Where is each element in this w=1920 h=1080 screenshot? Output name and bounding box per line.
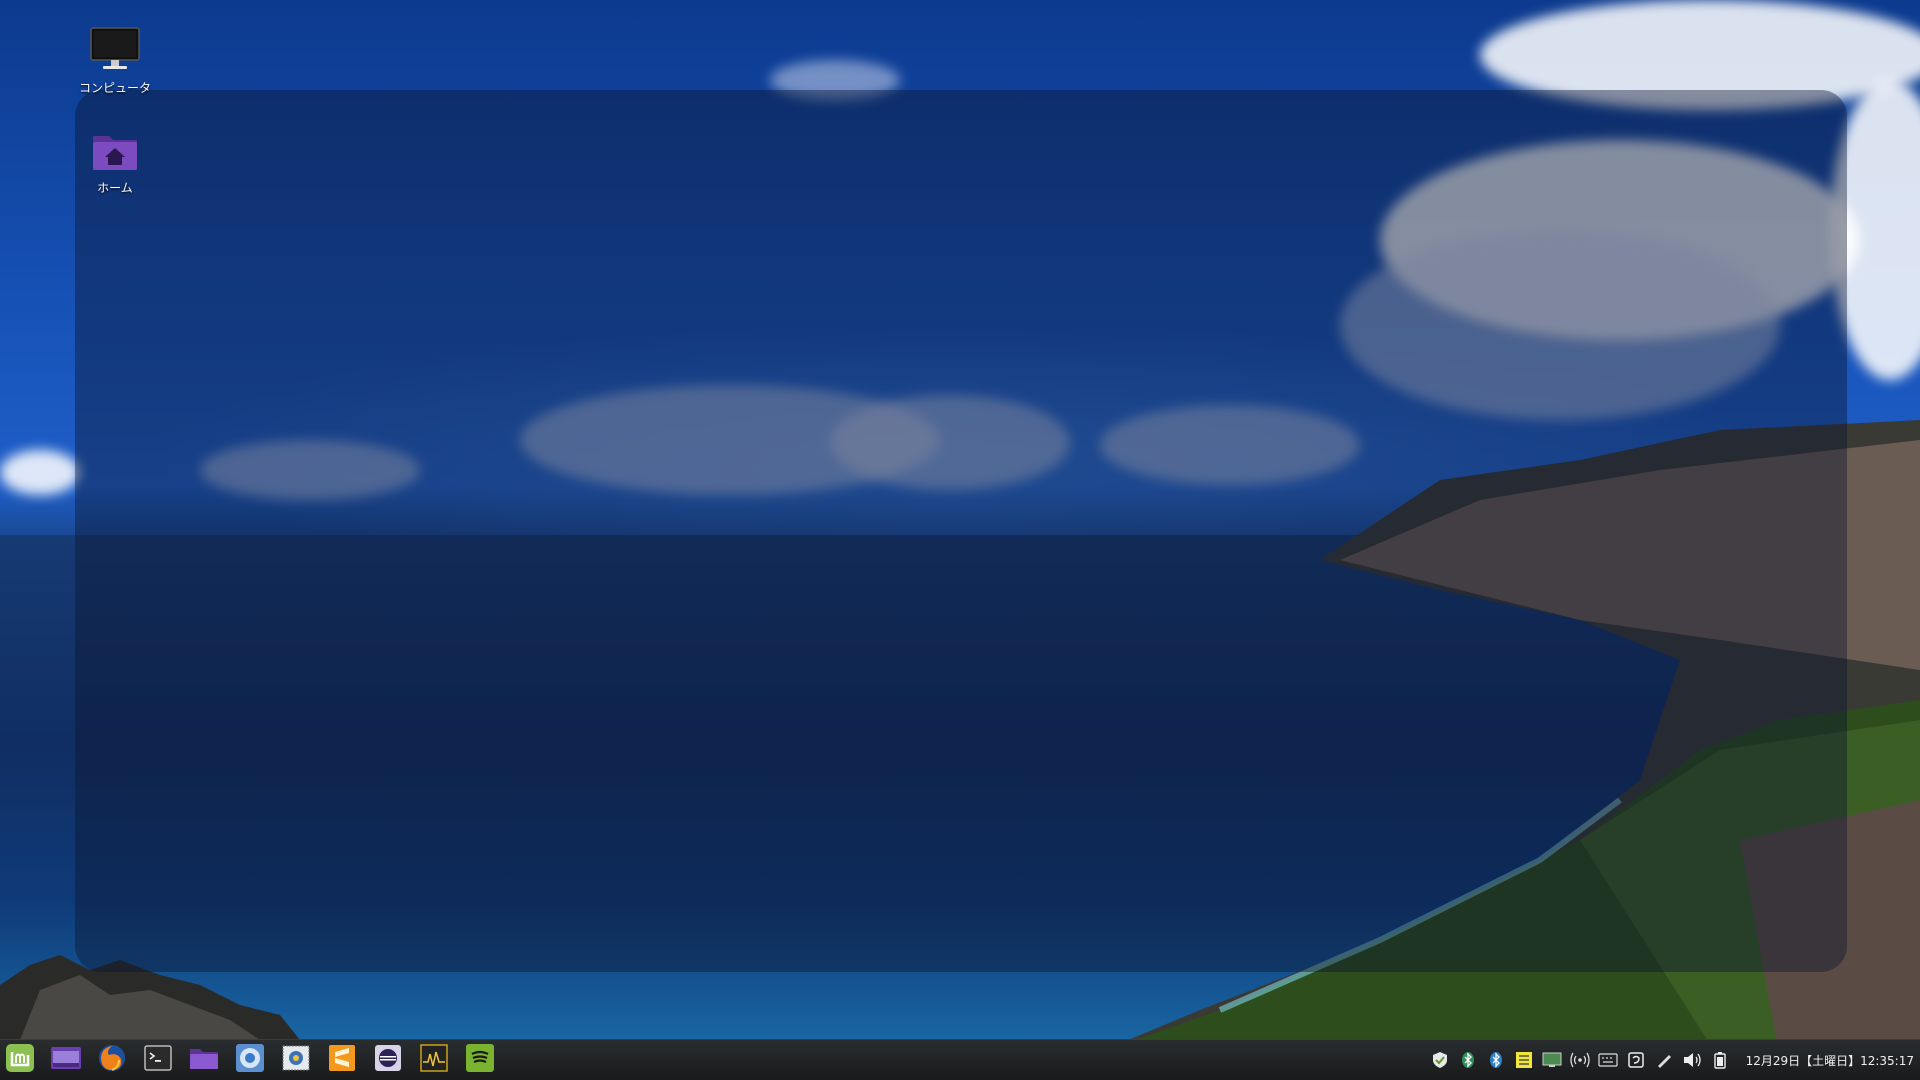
system-tray: 12月29日【土曜日】12:35:17	[1430, 1050, 1920, 1070]
terminal-icon	[144, 1045, 172, 1075]
pen-icon[interactable]	[1654, 1050, 1674, 1070]
desktop-icon-computer[interactable]: コンピュータ	[60, 26, 170, 96]
chromium-icon	[235, 1043, 265, 1077]
mail-icon	[281, 1043, 311, 1077]
system-monitor-icon	[420, 1044, 448, 1076]
linux-mint-logo-icon	[5, 1043, 35, 1077]
taskbar: 12月29日【土曜日】12:35:17	[0, 1039, 1920, 1080]
spotify-icon	[465, 1043, 495, 1077]
folder-icon	[189, 1045, 219, 1075]
firefox-launcher[interactable]	[96, 1044, 128, 1076]
sublime-launcher[interactable]	[326, 1044, 358, 1076]
mail-launcher[interactable]	[280, 1044, 312, 1076]
network-wireless-icon[interactable]	[1569, 1050, 1590, 1070]
desktop-icon-label: コンピュータ	[78, 81, 151, 95]
input-method-icon[interactable]	[1626, 1050, 1646, 1070]
cloud	[0, 450, 80, 495]
display-icon[interactable]	[1542, 1050, 1562, 1070]
desktop-icon-label: ホーム	[97, 181, 133, 195]
show-desktop-icon	[50, 1045, 82, 1075]
launcher-area	[0, 1040, 496, 1080]
chromium-launcher[interactable]	[234, 1044, 266, 1076]
keyboard-icon[interactable]	[1597, 1050, 1618, 1070]
show-desktop-button[interactable]	[50, 1044, 82, 1076]
bluetooth-icon-2[interactable]	[1486, 1050, 1506, 1070]
notes-icon[interactable]	[1514, 1050, 1534, 1070]
firefox-icon	[97, 1043, 127, 1077]
menu-button[interactable]	[4, 1044, 36, 1076]
clock[interactable]: 12月29日【土曜日】12:35:17	[1746, 1052, 1914, 1069]
bluetooth-icon-1[interactable]	[1458, 1050, 1478, 1070]
volume-icon[interactable]	[1682, 1050, 1702, 1070]
sublime-text-icon	[327, 1043, 357, 1077]
shield-icon[interactable]	[1430, 1050, 1450, 1070]
terminal-launcher[interactable]	[142, 1044, 174, 1076]
spotify-launcher[interactable]	[464, 1044, 496, 1076]
battery-icon[interactable]	[1710, 1050, 1730, 1070]
translucent-panel	[75, 90, 1847, 972]
desktop-icon-home[interactable]: ホーム	[60, 130, 170, 196]
home-folder-icon	[91, 130, 139, 175]
system-monitor-launcher[interactable]	[418, 1044, 450, 1076]
eclipse-icon	[373, 1043, 403, 1077]
monitor-icon	[89, 26, 141, 75]
files-launcher[interactable]	[188, 1044, 220, 1076]
eclipse-launcher[interactable]	[372, 1044, 404, 1076]
